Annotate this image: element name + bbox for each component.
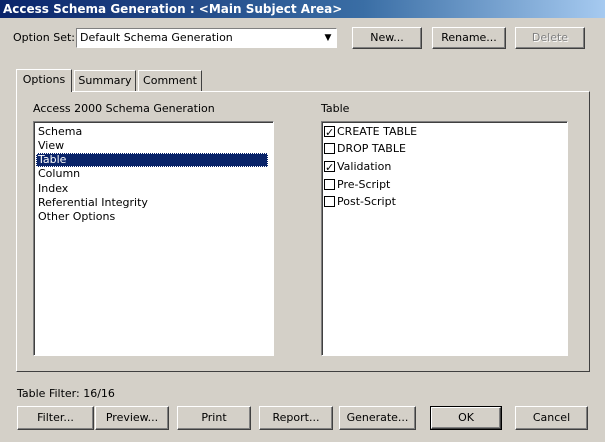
window-title: Access Schema Generation : <Main Subject… [0,0,605,18]
list-item-table[interactable]: Table [36,153,268,167]
left-list-heading: Access 2000 Schema Generation [33,102,215,115]
checkbox-label: CREATE TABLE [337,125,418,138]
right-list-heading: Table [321,102,350,115]
dialog-window: Access Schema Generation : <Main Subject… [0,0,605,442]
generate-button[interactable]: Generate... [339,406,416,430]
checkbox-create-table[interactable]: CREATE TABLE [324,123,418,141]
option-set-label: Option Set: [13,31,75,44]
list-item-index[interactable]: Index [36,182,268,196]
checkbox-unchecked-icon[interactable] [324,196,335,207]
option-set-dropdown[interactable]: Default Schema Generation ▼ [76,28,337,48]
list-item-schema[interactable]: Schema [36,125,268,139]
checkbox-unchecked-icon[interactable] [324,143,335,154]
checkbox-unchecked-icon[interactable] [324,179,335,190]
cancel-button[interactable]: Cancel [515,406,588,430]
report-button[interactable]: Report... [259,406,333,430]
new-button[interactable]: New... [352,27,422,49]
tab-summary[interactable]: Summary [74,70,136,91]
tab-comment[interactable]: Comment [138,70,202,91]
delete-button[interactable]: Delete [515,27,585,49]
table-options-list: CREATE TABLE DROP TABLE Validation Pre-S… [321,121,568,356]
checkbox-drop-table[interactable]: DROP TABLE [324,140,406,157]
tab-options[interactable]: Options [16,69,72,92]
checkbox-label: Post-Script [337,195,396,208]
checkbox-label: DROP TABLE [337,142,406,155]
list-item-referential-integrity[interactable]: Referential Integrity [36,196,268,210]
list-item-view[interactable]: View [36,139,268,153]
list-item-column[interactable]: Column [36,167,268,181]
list-item-other-options[interactable]: Other Options [36,210,268,224]
filter-button[interactable]: Filter... [17,406,94,430]
chevron-down-icon[interactable]: ▼ [322,31,334,45]
table-filter-status: Table Filter: 16/16 [17,387,115,400]
options-panel: Access 2000 Schema Generation Schema Vie… [16,91,590,372]
checkbox-checked-icon[interactable] [324,124,335,141]
rename-button[interactable]: Rename... [432,27,506,49]
checkbox-pre-script[interactable]: Pre-Script [324,176,390,193]
preview-button[interactable]: Preview... [95,406,169,430]
checkbox-validation[interactable]: Validation [324,158,392,176]
checkbox-post-script[interactable]: Post-Script [324,193,396,210]
schema-category-list[interactable]: Schema View Table Column Index Referenti… [33,121,274,356]
ok-button[interactable]: OK [430,406,502,430]
option-set-value: Default Schema Generation [80,31,233,44]
checkbox-label: Pre-Script [337,178,391,191]
checkbox-checked-icon[interactable] [324,159,335,176]
checkbox-label: Validation [337,160,392,173]
print-button[interactable]: Print [177,406,251,430]
